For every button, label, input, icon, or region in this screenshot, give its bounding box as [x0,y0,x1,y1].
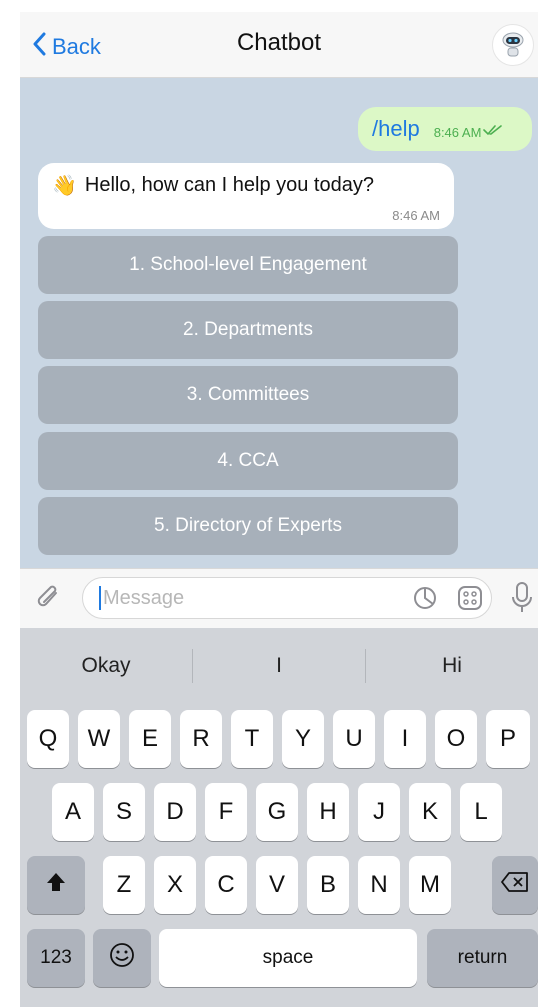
key-q[interactable]: Q [27,710,69,768]
key-b[interactable]: B [307,856,349,914]
return-key[interactable]: return [427,929,538,987]
key-e[interactable]: E [129,710,171,768]
key-n[interactable]: N [358,856,400,914]
compose-bar: Message [20,568,538,628]
key-u[interactable]: U [333,710,375,768]
page-title: Chatbot [236,29,322,56]
key-z[interactable]: Z [103,856,145,914]
emoji-face-icon [109,942,135,975]
command-button-committees[interactable]: 3. Committees [38,366,458,424]
command-button-departments[interactable]: 2. Departments [38,301,458,359]
chat-screen: Back Chatbot /help 8:46 AM 👋 Hello, how … [0,0,538,1007]
message-placeholder: Message [103,586,185,609]
backspace-icon [500,871,530,900]
key-d[interactable]: D [154,783,196,841]
key-j[interactable]: J [358,783,400,841]
key-o[interactable]: O [435,710,477,768]
suggestion-item[interactable]: Hi [366,654,538,678]
key-a[interactable]: A [52,783,94,841]
onscreen-keyboard: Okay I Hi Q W E R T Y U I O P A S D F G … [20,628,538,1007]
incoming-message-text: Hello, how can I help you today? [84,174,374,196]
key-l[interactable]: L [460,783,502,841]
message-list[interactable]: /help 8:46 AM 👋 Hello, how can I help yo… [20,78,538,568]
key-g[interactable]: G [256,783,298,841]
backspace-key[interactable] [492,856,538,914]
waving-hand-emoji: 👋 [52,175,77,197]
suggestion-item[interactable]: Okay [20,654,192,678]
key-f[interactable]: F [205,783,247,841]
key-c[interactable]: C [205,856,247,914]
key-x[interactable]: X [154,856,196,914]
key-s[interactable]: S [103,783,145,841]
suggestion-bar: Okay I Hi [20,628,538,704]
key-w[interactable]: W [78,710,120,768]
nav-header: Back Chatbot [20,12,538,78]
key-h[interactable]: H [307,783,349,841]
key-p[interactable]: P [486,710,530,768]
text-caret [99,586,101,610]
key-v[interactable]: V [256,856,298,914]
outgoing-message-text[interactable]: /help [372,116,420,142]
emoji-key[interactable] [93,929,151,987]
paperclip-icon[interactable] [36,583,64,618]
shift-icon [45,871,67,900]
key-k[interactable]: K [409,783,451,841]
key-i[interactable]: I [384,710,426,768]
command-button-school-engagement[interactable]: 1. School-level Engagement [38,236,458,294]
microphone-icon[interactable] [510,581,534,620]
sticker-icon[interactable] [412,585,438,616]
outgoing-message[interactable]: /help 8:46 AM [358,107,532,151]
outgoing-message-time: 8:46 AM [433,124,482,140]
incoming-message[interactable]: 👋 Hello, how can I help you today? 8:46 … [38,163,454,229]
emoji-grid-icon[interactable] [456,584,484,617]
numbers-key[interactable]: 123 [27,929,85,987]
command-button-directory-of-experts[interactable]: 5. Directory of Experts [38,497,458,555]
bot-avatar-icon[interactable] [492,24,534,66]
double-check-icon [483,123,503,141]
shift-key[interactable] [27,856,85,914]
key-y[interactable]: Y [282,710,324,768]
suggestion-item[interactable]: I [193,654,365,678]
key-t[interactable]: T [231,710,273,768]
incoming-message-time: 8:46 AM [392,208,440,223]
command-button-cca[interactable]: 4. CCA [38,432,458,490]
key-m[interactable]: M [409,856,451,914]
key-r[interactable]: R [180,710,222,768]
space-key[interactable]: space [159,929,417,987]
